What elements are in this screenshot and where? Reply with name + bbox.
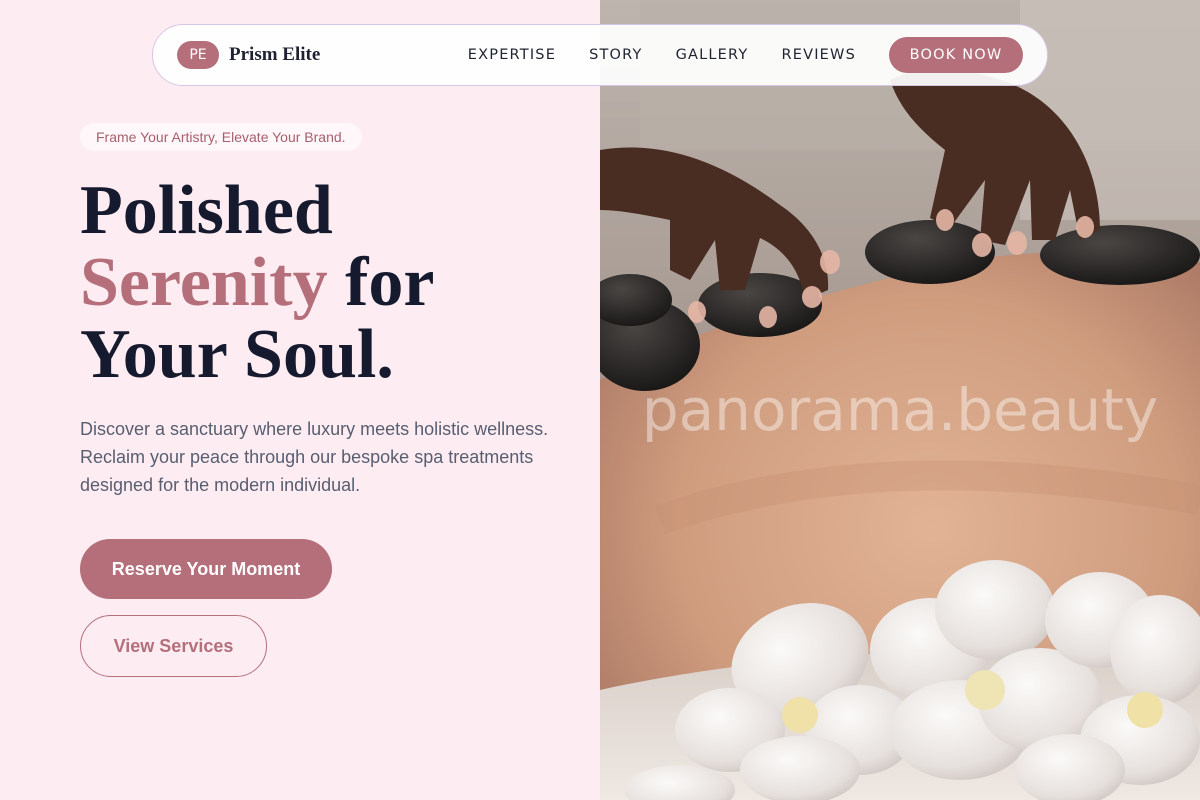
nav-link-story[interactable]: STORY [589, 47, 642, 63]
book-now-button[interactable]: BOOK NOW [889, 37, 1023, 73]
logo-badge[interactable]: PE [177, 41, 219, 69]
watermark-text: panorama.beauty [642, 376, 1158, 444]
hero-description: Discover a sanctuary where luxury meets … [80, 419, 549, 495]
headline-line2-rest: for [327, 244, 435, 321]
top-navbar: PE Prism Elite EXPERTISE STORY GALLERY R… [152, 24, 1048, 86]
headline-accent-word: Serenity [80, 244, 328, 321]
hero-tagline: Frame Your Artistry, Elevate Your Brand. [80, 123, 362, 151]
reserve-your-moment-button[interactable]: Reserve Your Moment [80, 539, 332, 599]
nav-link-reviews[interactable]: REVIEWS [781, 47, 856, 63]
hero-headline: Polished Serenity for Your Soul. [80, 175, 434, 391]
hero-left-panel [0, 0, 600, 800]
nav-links: EXPERTISE STORY GALLERY REVIEWS [468, 47, 856, 63]
hot-stone-massage-photo: panorama.beauty [600, 0, 1200, 800]
brand-name[interactable]: Prism Elite [229, 44, 320, 66]
nav-link-expertise[interactable]: EXPERTISE [468, 47, 556, 63]
view-services-button[interactable]: View Services [80, 615, 267, 677]
headline-line1: Polished [80, 172, 333, 249]
nav-link-gallery[interactable]: GALLERY [676, 47, 749, 63]
hero-image-panel: panorama.beauty [600, 0, 1200, 800]
headline-line3: Your Soul. [80, 316, 394, 393]
